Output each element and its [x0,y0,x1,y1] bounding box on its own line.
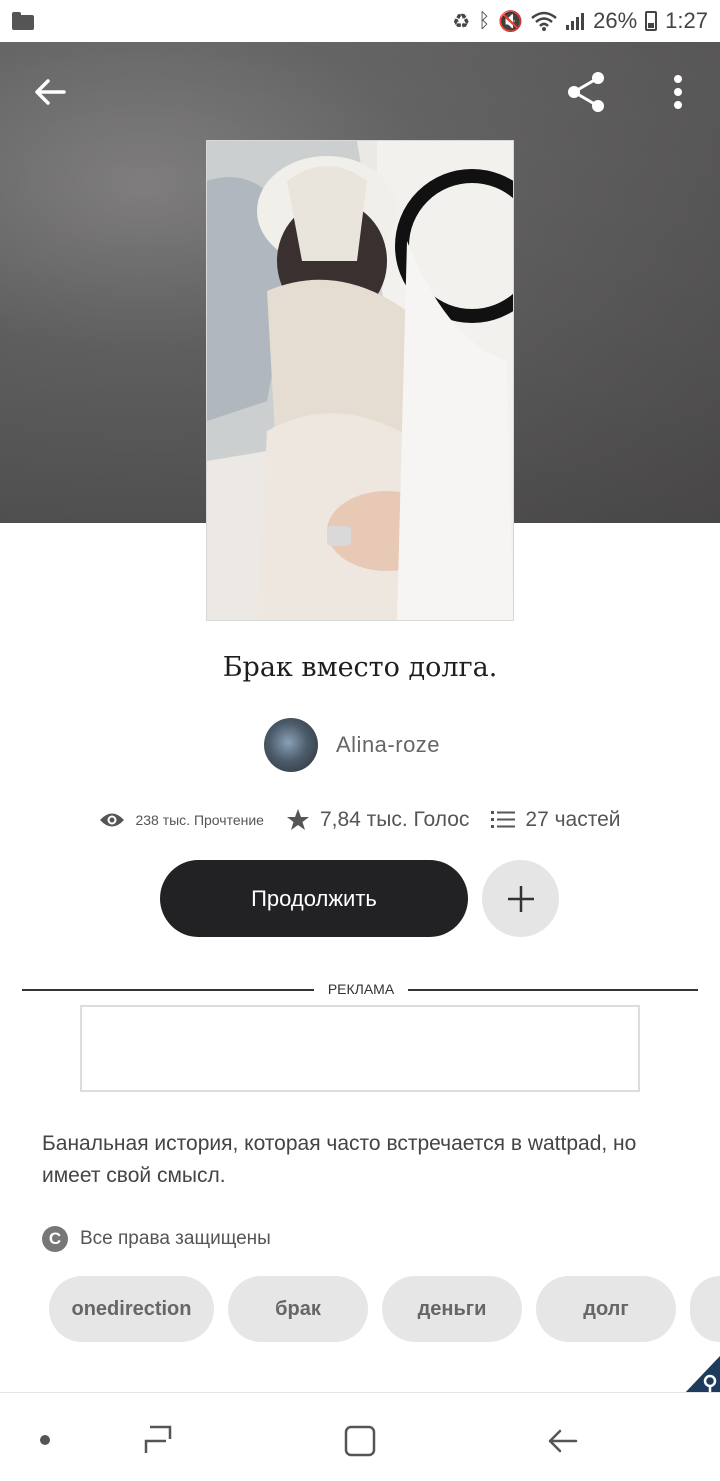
avatar [264,718,318,772]
list-icon [491,811,516,828]
nav-dot-indicator [40,1435,50,1445]
key-badge-icon[interactable] [682,1356,720,1396]
share-icon[interactable] [562,68,610,116]
tag-chip[interactable]: брак [228,1276,368,1342]
plus-icon [507,885,534,912]
reads-stat: 238 тыс. Прочтение [99,811,264,829]
ad-divider [22,989,314,991]
add-to-library-button[interactable] [482,860,559,937]
cover-image [207,141,513,620]
mute-icon: 🔇 [498,10,524,33]
rights-text: Все права защищены [80,1228,271,1249]
back-arrow-icon[interactable] [28,70,72,114]
author-link[interactable]: Alina-roze [264,718,440,772]
author-name: Alina-roze [336,732,441,757]
tag-chip[interactable]: деньги [382,1276,522,1342]
wifi-icon [531,11,557,31]
tag-chip[interactable]: долг [536,1276,676,1342]
parts-stat: 27 частей [491,808,621,832]
tag-chip[interactable]: onedirection [49,1276,214,1342]
ad-divider [408,989,698,991]
signal-icon [566,13,585,30]
ad-label: РЕКЛАМА [327,981,395,997]
ad-banner[interactable] [80,1005,640,1092]
battery-icon [645,11,658,31]
book-cover[interactable] [206,140,514,621]
status-bar: ♻ ᛒ 🔇 26% 1:27 [0,0,720,42]
story-title: Брак вместо долга. [222,652,498,683]
reads-count: 238 тыс. Прочтение [135,812,264,828]
back-nav-icon[interactable] [544,1423,580,1459]
votes-stat: 7,84 тыс. Голос [286,808,469,832]
more-options-icon[interactable] [660,68,696,116]
copyright-info: C Все права защищены [42,1226,271,1252]
continue-reading-button[interactable]: Продолжить [160,860,468,937]
recycle-icon: ♻ [452,10,471,33]
system-nav-bar [0,1392,720,1481]
status-time: 1:27 [665,8,708,33]
eye-icon [100,813,125,827]
bluetooth-icon: ᛒ [478,9,491,32]
story-description: Банальная история, которая часто встреча… [42,1132,637,1187]
copyright-icon: C [42,1226,68,1252]
tag-list: onedirection брак деньги долг [49,1276,676,1342]
folder-icon [12,12,34,30]
story-stats: 238 тыс. Прочтение 7,84 тыс. Голос 27 ча… [0,800,720,840]
star-icon [286,809,309,830]
votes-count: 7,84 тыс. Голос [319,808,470,831]
battery-percent: 26% [593,8,638,33]
recent-apps-icon[interactable] [140,1423,178,1457]
home-icon[interactable] [342,1423,378,1459]
tag-chip-partial[interactable] [690,1276,720,1342]
parts-count: 27 частей [525,808,621,831]
